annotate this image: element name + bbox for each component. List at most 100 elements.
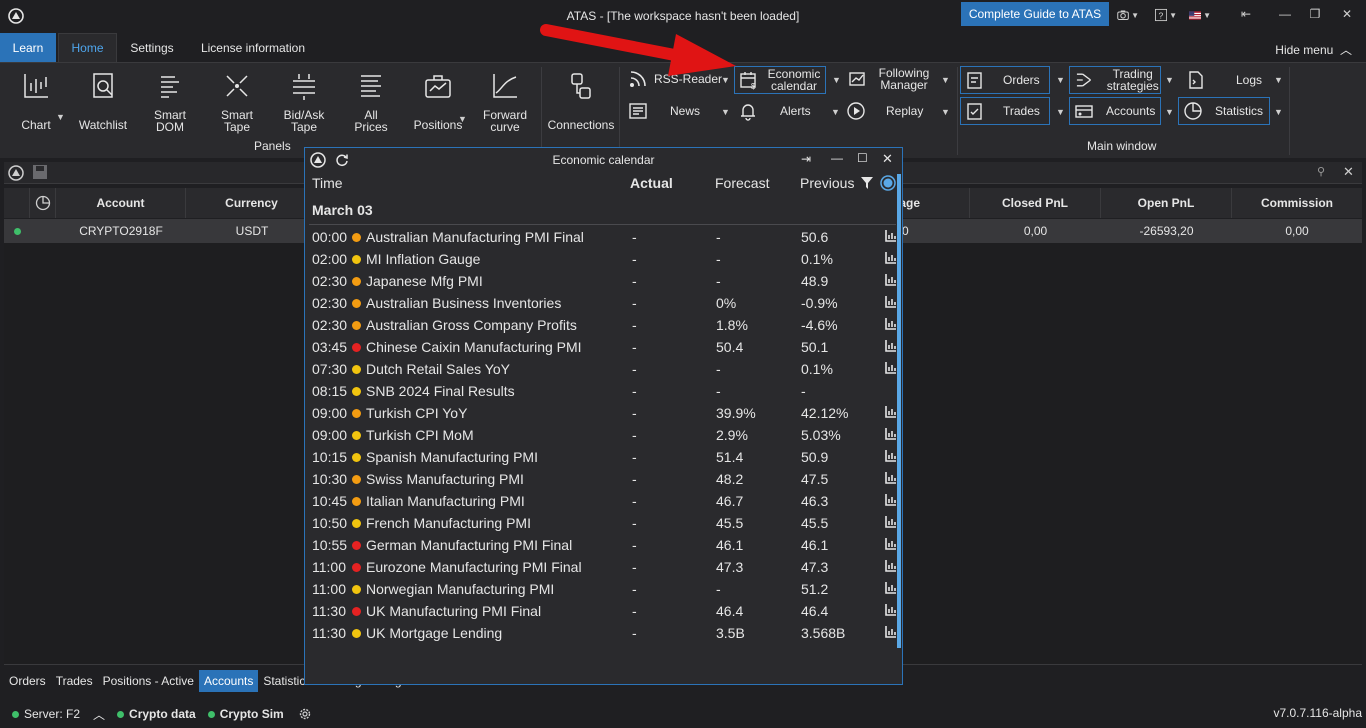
economic-calendar-button[interactable]: $ Economic calendar: [734, 66, 826, 94]
trading-strategies-dropdown-icon[interactable]: ▼: [1165, 75, 1174, 85]
camera-icon[interactable]: ▼: [1117, 6, 1139, 24]
orders-dropdown-icon[interactable]: ▼: [1056, 75, 1065, 85]
forecast-column-header[interactable]: Forecast: [715, 175, 769, 191]
pin-icon[interactable]: ⚲: [1317, 165, 1325, 178]
commission-column-header[interactable]: Commission: [1232, 188, 1362, 218]
help-icon[interactable]: ? ▼: [1155, 6, 1177, 24]
list-item[interactable]: 11:00 Norwegian Manufacturing PMI - - 51.2: [305, 578, 896, 600]
positions-dropdown-icon[interactable]: ▼: [458, 114, 467, 124]
positions-button[interactable]: Positions: [408, 67, 468, 145]
bar-chart-icon[interactable]: [885, 494, 896, 506]
tab-license-information[interactable]: License information: [193, 33, 313, 62]
bar-chart-icon[interactable]: [885, 406, 896, 418]
bottom-tab-orders[interactable]: Orders: [4, 670, 51, 692]
bottom-tab-trades[interactable]: Trades: [51, 670, 98, 692]
list-item[interactable]: 02:00 MI Inflation Gauge - - 0.1%: [305, 248, 896, 270]
economic-calendar-titlebar[interactable]: Economic calendar ⇥ — ☐ ✕: [305, 148, 902, 172]
actual-column-header[interactable]: Actual: [630, 175, 673, 191]
save-icon[interactable]: [32, 164, 48, 180]
all-prices-button[interactable]: All Prices: [348, 67, 394, 145]
watchlist-button[interactable]: Watchlist: [76, 67, 130, 145]
complete-guide-button[interactable]: Complete Guide to ATAS: [961, 2, 1109, 26]
open-pnl-column-header[interactable]: Open PnL: [1101, 188, 1232, 218]
language-flag-icon[interactable]: ▼: [1189, 6, 1211, 24]
close-panel-icon[interactable]: ✕: [1343, 164, 1354, 180]
bar-chart-icon[interactable]: [885, 516, 896, 528]
bottom-tab-positions-active[interactable]: Positions - Active: [98, 670, 199, 692]
list-item[interactable]: 10:55 German Manufacturing PMI Final - 46.1…: [305, 534, 896, 556]
bar-chart-icon[interactable]: [885, 362, 896, 374]
chart-button[interactable]: Chart: [14, 67, 58, 145]
list-item[interactable]: 08:15 SNB 2024 Final Results - - -: [305, 380, 896, 402]
server-status[interactable]: Server: F2 ︿: [12, 706, 105, 723]
replay-dropdown-icon[interactable]: ▼: [941, 107, 950, 117]
close-icon[interactable]: ✕: [1337, 6, 1357, 22]
alerts-button[interactable]: Alerts: [738, 97, 834, 125]
trades-dropdown-icon[interactable]: ▼: [1056, 107, 1065, 117]
forward-curve-button[interactable]: Forward curve: [480, 67, 530, 145]
tab-learn[interactable]: Learn: [0, 33, 56, 62]
bar-chart-icon[interactable]: [885, 230, 896, 242]
filter-icon[interactable]: [860, 176, 874, 190]
list-item[interactable]: 10:30 Swiss Manufacturing PMI - 48.2 47.5: [305, 468, 896, 490]
list-item[interactable]: 02:30 Japanese Mfg PMI - - 48.9: [305, 270, 896, 292]
minimize-icon[interactable]: —: [831, 151, 843, 165]
following-manager-dropdown-icon[interactable]: ▼: [941, 75, 950, 85]
list-item[interactable]: 11:30 UK Mortgage Lending - 3.5B 3.568B: [305, 622, 896, 644]
smart-tape-button[interactable]: Smart Tape: [214, 67, 260, 145]
logs-dropdown-icon[interactable]: ▼: [1274, 75, 1283, 85]
statistics-button[interactable]: Statistics: [1178, 97, 1270, 125]
smart-dom-button[interactable]: Smart DOM: [148, 67, 192, 145]
trading-strategies-button[interactable]: Trading strategies: [1069, 66, 1161, 94]
list-item[interactable]: 02:30 Australian Gross Company Profits - 1.…: [305, 314, 896, 336]
statistics-dropdown-icon[interactable]: ▼: [1274, 107, 1283, 117]
trades-button[interactable]: Trades: [960, 97, 1050, 125]
close-icon[interactable]: ✕: [882, 151, 893, 167]
alerts-dropdown-icon[interactable]: ▼: [831, 107, 840, 117]
crypto-data-status[interactable]: Crypto data: [117, 707, 196, 721]
chart-dropdown-icon[interactable]: ▼: [56, 112, 65, 122]
bid-ask-tape-button[interactable]: Bid/Ask Tape: [280, 67, 328, 145]
replay-button[interactable]: Replay: [846, 97, 942, 125]
tab-settings[interactable]: Settings: [124, 33, 180, 62]
scrollbar[interactable]: [897, 174, 901, 648]
bar-chart-icon[interactable]: [885, 450, 896, 462]
currency-column-header[interactable]: Currency: [186, 188, 318, 218]
crypto-sim-status[interactable]: Crypto Sim: [207, 707, 284, 721]
chevron-up-icon[interactable]: ︿: [93, 706, 105, 723]
bottom-tab-accounts[interactable]: Accounts: [198, 670, 259, 692]
closed-pnl-column-header[interactable]: Closed PnL: [970, 188, 1101, 218]
bar-chart-icon[interactable]: [885, 428, 896, 440]
list-item[interactable]: 09:00 Turkish CPI YoY - 39.9% 42.12%: [305, 402, 896, 424]
account-column-header[interactable]: Account: [56, 188, 186, 218]
bar-chart-icon[interactable]: [885, 604, 896, 616]
list-item[interactable]: 00:00 Australian Manufacturing PMI Final -…: [305, 226, 896, 248]
list-item[interactable]: 10:50 French Manufacturing PMI - 45.5 45.5: [305, 512, 896, 534]
hide-menu-button[interactable]: Hide menu ︿: [1275, 41, 1352, 58]
bar-chart-icon[interactable]: [885, 296, 896, 308]
connections-button[interactable]: Connections: [546, 67, 616, 145]
bar-chart-icon[interactable]: [885, 560, 896, 572]
bar-chart-icon[interactable]: [885, 252, 896, 264]
bar-chart-icon[interactable]: [885, 582, 896, 594]
live-status-icon[interactable]: [880, 175, 896, 191]
time-column-header[interactable]: Time: [312, 175, 343, 191]
pie-chart-icon[interactable]: [30, 188, 56, 218]
bar-chart-icon[interactable]: [885, 538, 896, 550]
bar-chart-icon[interactable]: [885, 318, 896, 330]
economic-calendar-dropdown-icon[interactable]: ▼: [832, 75, 841, 85]
bar-chart-icon[interactable]: [885, 340, 896, 352]
list-item[interactable]: 11:30 UK Manufacturing PMI Final - 46.4 46.4: [305, 600, 896, 622]
list-item[interactable]: 03:45 Chinese Caixin Manufacturing PMI - 50…: [305, 336, 896, 358]
logs-button[interactable]: Logs: [1182, 66, 1274, 94]
list-item[interactable]: 10:45 Italian Manufacturing PMI - 46.7 46.3: [305, 490, 896, 512]
pin-icon[interactable]: ⇥: [801, 152, 811, 166]
list-item[interactable]: 09:00 Turkish CPI MoM - 2.9% 5.03%: [305, 424, 896, 446]
restore-icon[interactable]: ❐: [1305, 6, 1325, 22]
list-item[interactable]: 11:00 Eurozone Manufacturing PMI Final - 47…: [305, 556, 896, 578]
accounts-dropdown-icon[interactable]: ▼: [1165, 107, 1174, 117]
settings-gear-icon[interactable]: [298, 707, 312, 721]
list-item[interactable]: 02:30 Australian Business Inventories - 0% -…: [305, 292, 896, 314]
minimize-icon[interactable]: —: [1275, 6, 1295, 22]
bar-chart-icon[interactable]: [885, 472, 896, 484]
